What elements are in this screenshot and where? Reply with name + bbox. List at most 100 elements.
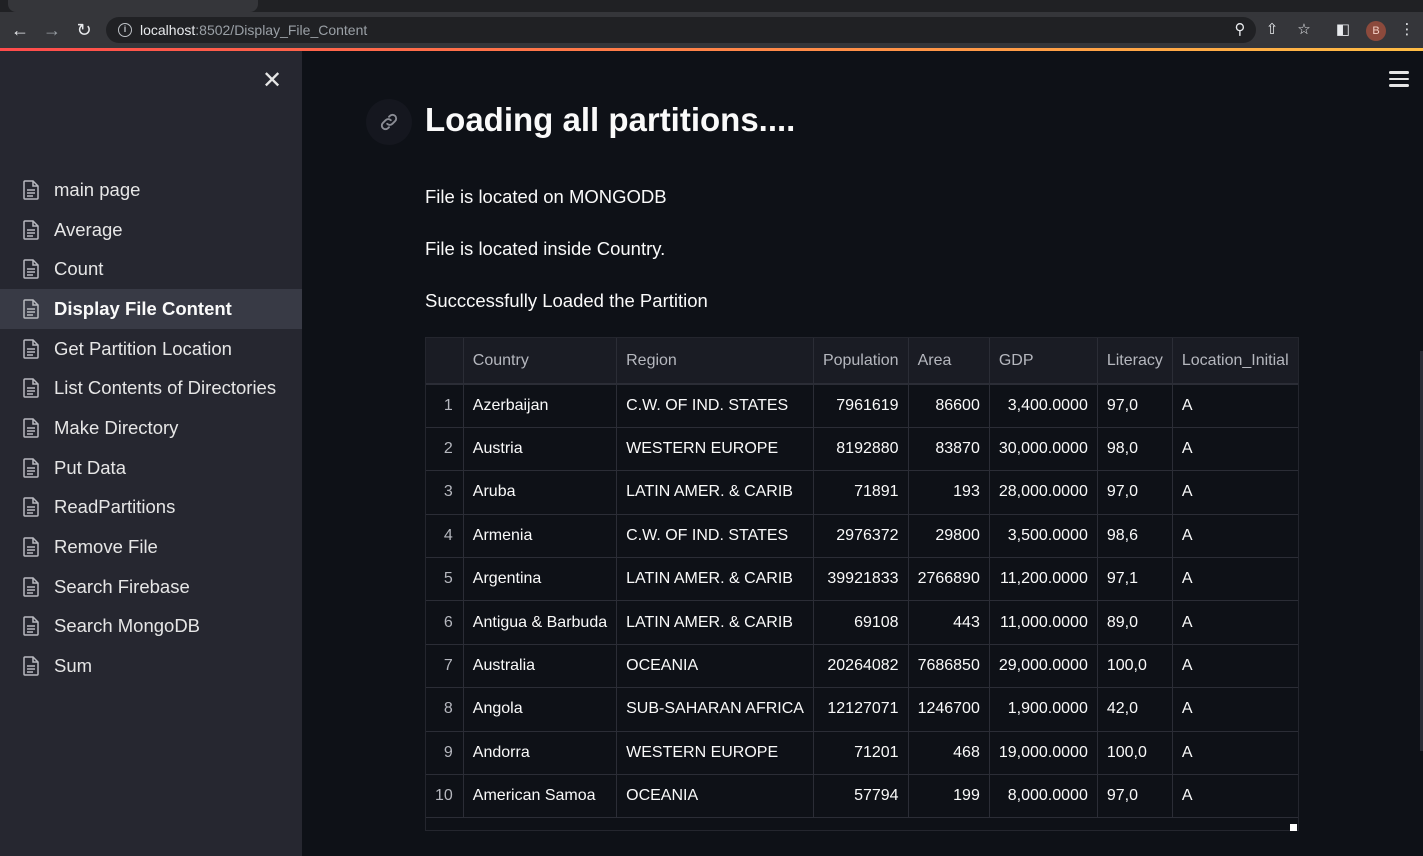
column-header[interactable]: Population <box>813 338 909 385</box>
sidebar-item-remove-file[interactable]: Remove File <box>0 527 302 567</box>
table-cell[interactable]: 193 <box>908 470 990 515</box>
site-info-icon[interactable]: i <box>118 23 132 37</box>
sidebar-item-average[interactable]: Average <box>0 210 302 250</box>
column-header[interactable]: Area <box>908 338 990 385</box>
table-cell[interactable]: OCEANIA <box>616 644 814 689</box>
table-cell[interactable]: A <box>1172 774 1298 819</box>
table-cell[interactable]: 2766890 <box>908 557 990 602</box>
sidebar-item-put-data[interactable]: Put Data <box>0 448 302 488</box>
sidebar-item-search-mongodb[interactable]: Search MongoDB <box>0 607 302 647</box>
side-panel-icon[interactable]: ◧ <box>1334 21 1352 39</box>
table-cell[interactable]: OCEANIA <box>616 774 814 819</box>
table-cell[interactable]: 28,000.0000 <box>989 470 1098 515</box>
row-index[interactable]: 3 <box>426 470 464 515</box>
browser-tab[interactable] <box>8 0 258 12</box>
table-cell[interactable]: A <box>1172 470 1298 515</box>
table-cell[interactable]: LATIN AMER. & CARIB <box>616 470 814 515</box>
table-cell[interactable]: 30,000.0000 <box>989 427 1098 472</box>
table-cell[interactable]: Azerbaijan <box>463 384 618 428</box>
table-cell[interactable]: SUB-SAHARAN AFRICA <box>616 687 814 732</box>
sidebar-item-sum[interactable]: Sum <box>0 646 302 686</box>
table-cell[interactable]: Antigua & Barbuda <box>463 600 618 645</box>
table-cell[interactable]: 97,0 <box>1097 470 1173 515</box>
table-cell[interactable]: 98,6 <box>1097 514 1173 559</box>
table-cell[interactable]: 1,900.0000 <box>989 687 1098 732</box>
table-cell[interactable]: 8,000.0000 <box>989 774 1098 819</box>
sidebar-item-readpartitions[interactable]: ReadPartitions <box>0 488 302 528</box>
table-cell[interactable]: C.W. OF IND. STATES <box>616 514 814 559</box>
table-cell[interactable]: 1246700 <box>908 687 990 732</box>
sidebar-item-count[interactable]: Count <box>0 249 302 289</box>
table-cell[interactable]: 57794 <box>813 774 909 819</box>
table-cell[interactable]: 100,0 <box>1097 731 1173 776</box>
hamburger-menu-icon[interactable] <box>1389 71 1409 87</box>
close-sidebar-icon[interactable]: ✕ <box>260 69 284 93</box>
table-cell[interactable]: 19,000.0000 <box>989 731 1098 776</box>
table-cell[interactable]: 2976372 <box>813 514 909 559</box>
table-cell[interactable]: 29,000.0000 <box>989 644 1098 689</box>
row-index[interactable]: 1 <box>426 384 464 428</box>
column-header[interactable]: Location_Initial <box>1172 338 1298 385</box>
table-cell[interactable]: 20264082 <box>813 644 909 689</box>
table-cell[interactable]: 97,1 <box>1097 557 1173 602</box>
table-cell[interactable]: 3,400.0000 <box>989 384 1098 428</box>
table-cell[interactable]: Argentina <box>463 557 618 602</box>
sidebar-item-make-directory[interactable]: Make Directory <box>0 408 302 448</box>
share-icon[interactable]: ⇧ <box>1263 21 1281 39</box>
table-cell[interactable]: A <box>1172 687 1298 732</box>
table-cell[interactable]: A <box>1172 557 1298 602</box>
table-cell[interactable]: WESTERN EUROPE <box>616 427 814 472</box>
table-cell[interactable]: Angola <box>463 687 618 732</box>
column-header[interactable]: Country <box>463 338 618 385</box>
zoom-icon[interactable]: ⚲ <box>1231 21 1249 39</box>
table-cell[interactable]: WESTERN EUROPE <box>616 731 814 776</box>
table-cell[interactable]: 100,0 <box>1097 644 1173 689</box>
table-cell[interactable]: A <box>1172 731 1298 776</box>
table-cell[interactable]: 71891 <box>813 470 909 515</box>
table-cell[interactable]: Andorra <box>463 731 618 776</box>
table-cell[interactable]: A <box>1172 427 1298 472</box>
table-cell[interactable]: 7961619 <box>813 384 909 428</box>
table-cell[interactable]: 7686850 <box>908 644 990 689</box>
table-cell[interactable]: 97,0 <box>1097 384 1173 428</box>
table-cell[interactable]: Austria <box>463 427 618 472</box>
table-cell[interactable]: 468 <box>908 731 990 776</box>
table-cell[interactable]: 199 <box>908 774 990 819</box>
sidebar-item-list-contents-of-directories[interactable]: List Contents of Directories <box>0 368 302 408</box>
table-cell[interactable]: 97,0 <box>1097 774 1173 819</box>
link-anchor-icon[interactable] <box>366 99 412 145</box>
table-cell[interactable]: LATIN AMER. & CARIB <box>616 557 814 602</box>
sidebar-item-get-partition-location[interactable]: Get Partition Location <box>0 329 302 369</box>
dataframe[interactable]: Country Region Population Area GDP Literacy Lo… <box>425 337 1299 831</box>
table-cell[interactable]: 98,0 <box>1097 427 1173 472</box>
table-cell[interactable]: 89,0 <box>1097 600 1173 645</box>
column-header[interactable] <box>426 338 464 385</box>
dataframe-resize-handle[interactable] <box>1290 824 1297 831</box>
table-cell[interactable]: A <box>1172 600 1298 645</box>
table-cell[interactable]: 42,0 <box>1097 687 1173 732</box>
forward-icon[interactable]: → <box>42 20 62 40</box>
table-cell[interactable]: A <box>1172 644 1298 689</box>
table-cell[interactable]: Aruba <box>463 470 618 515</box>
column-header[interactable]: GDP <box>989 338 1098 385</box>
table-cell[interactable]: 12127071 <box>813 687 909 732</box>
table-cell[interactable]: LATIN AMER. & CARIB <box>616 600 814 645</box>
table-cell[interactable]: A <box>1172 514 1298 559</box>
table-cell[interactable]: 86600 <box>908 384 990 428</box>
column-header[interactable]: Literacy <box>1097 338 1173 385</box>
sidebar-item-main-page[interactable]: main page <box>0 170 302 210</box>
table-cell[interactable]: Armenia <box>463 514 618 559</box>
table-cell[interactable]: 29800 <box>908 514 990 559</box>
table-cell[interactable]: C.W. OF IND. STATES <box>616 384 814 428</box>
sidebar-item-search-firebase[interactable]: Search Firebase <box>0 567 302 607</box>
row-index[interactable]: 7 <box>426 644 464 689</box>
column-header[interactable]: Region <box>616 338 814 385</box>
bookmark-star-icon[interactable]: ☆ <box>1295 21 1313 39</box>
table-cell[interactable]: 83870 <box>908 427 990 472</box>
table-cell[interactable]: 71201 <box>813 731 909 776</box>
table-cell[interactable]: 8192880 <box>813 427 909 472</box>
row-index[interactable]: 9 <box>426 731 464 776</box>
row-index[interactable]: 10 <box>426 774 464 819</box>
table-cell[interactable]: American Samoa <box>463 774 618 819</box>
back-icon[interactable]: ← <box>10 20 30 40</box>
